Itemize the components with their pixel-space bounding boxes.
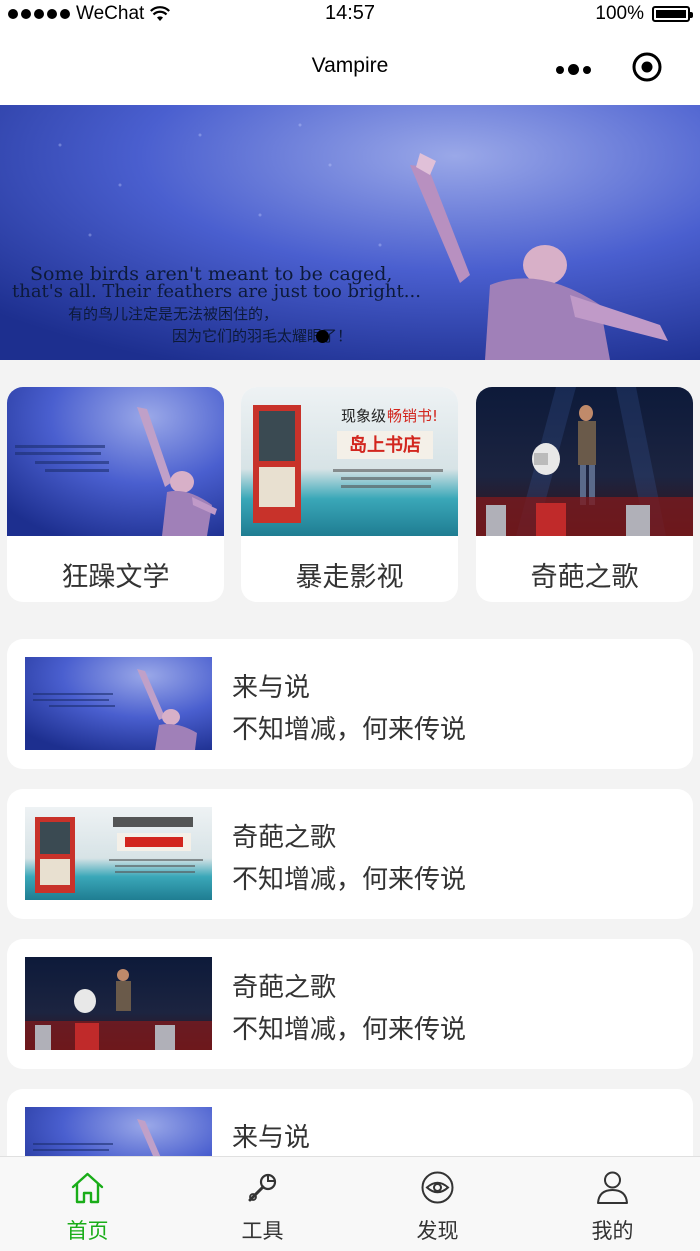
tab-home[interactable]: 首页 bbox=[0, 1157, 175, 1251]
tab-label: 我的 bbox=[591, 1219, 634, 1243]
category-label: 奇葩之歌 bbox=[530, 562, 639, 593]
list-item-desc: 不知增减，何来传说 bbox=[232, 1015, 467, 1045]
list-item[interactable]: 来与说 不知增减，何来传说 bbox=[7, 639, 693, 769]
list-item-title: 来与说 bbox=[232, 673, 311, 703]
tab-tools[interactable]: 工具 bbox=[175, 1157, 350, 1251]
navigation-bar: Vampire bbox=[0, 28, 700, 105]
page-title: Vampire bbox=[311, 54, 389, 77]
category-label: 暴走影视 bbox=[295, 562, 404, 593]
more-dots-icon[interactable] bbox=[556, 64, 591, 75]
list-item-title: 来与说 bbox=[232, 1123, 311, 1153]
battery-icon bbox=[652, 6, 693, 22]
list-item-desc: 不知增减，何来传说 bbox=[232, 865, 467, 895]
banner-image: Some birds aren't meant to be caged, tha… bbox=[0, 105, 700, 360]
status-bar: WeChat 14:57 100% bbox=[0, 0, 700, 28]
wrench-icon bbox=[248, 1173, 277, 1202]
banner-swiper[interactable]: Some birds aren't meant to be caged, tha… bbox=[0, 105, 700, 360]
book-island-thumb bbox=[25, 807, 212, 900]
book-island-thumb: 现象级 畅销书! 岛上书店 bbox=[241, 387, 458, 536]
list-item-title: 奇葩之歌 bbox=[232, 973, 337, 1003]
list-item[interactable]: 奇葩之歌 不知增减，何来传说 bbox=[7, 789, 693, 919]
home-icon bbox=[71, 1172, 104, 1204]
stage-concert-thumb bbox=[25, 957, 212, 1050]
tab-discover[interactable]: 发现 bbox=[350, 1157, 525, 1251]
battery-percent: 100% bbox=[595, 3, 644, 24]
eye-icon bbox=[421, 1171, 454, 1204]
stage-concert-thumb bbox=[476, 387, 693, 536]
tab-label: 发现 bbox=[416, 1219, 459, 1243]
book-headline-a: 现象级 bbox=[341, 407, 386, 425]
book-title: 岛上书店 bbox=[349, 434, 421, 456]
category-card-song[interactable]: 奇葩之歌 bbox=[476, 387, 693, 602]
target-icon[interactable] bbox=[632, 52, 662, 82]
banner-quote-en-2: that's all. Their feathers are just too … bbox=[12, 281, 421, 302]
tab-label: 首页 bbox=[66, 1219, 109, 1243]
list-item[interactable]: 奇葩之歌 不知增减，何来传说 bbox=[7, 939, 693, 1069]
user-icon bbox=[597, 1171, 628, 1204]
category-grid: 狂躁文学 现象级 畅销书! 岛上书店 暴走影视 奇葩之歌 bbox=[7, 387, 693, 602]
tab-mine[interactable]: 我的 bbox=[525, 1157, 700, 1251]
tab-label: 工具 bbox=[241, 1219, 284, 1243]
book-headline-b: 畅销书! bbox=[387, 407, 438, 425]
list-item-title: 奇葩之歌 bbox=[232, 823, 337, 853]
shawshank-thumb bbox=[25, 657, 212, 750]
category-card-film[interactable]: 现象级 畅销书! 岛上书店 暴走影视 bbox=[241, 387, 458, 602]
category-label: 狂躁文学 bbox=[61, 562, 170, 593]
swiper-indicator-dot[interactable] bbox=[316, 330, 329, 343]
banner-quote-cn-1: 有的鸟儿注定是无法被困住的， bbox=[68, 305, 278, 323]
shawshank-thumb bbox=[7, 387, 224, 536]
list-item-desc: 不知增减，何来传说 bbox=[232, 715, 467, 745]
category-card-literature[interactable]: 狂躁文学 bbox=[7, 387, 224, 602]
tab-bar: 首页 工具 发现 我的 bbox=[0, 1156, 700, 1251]
